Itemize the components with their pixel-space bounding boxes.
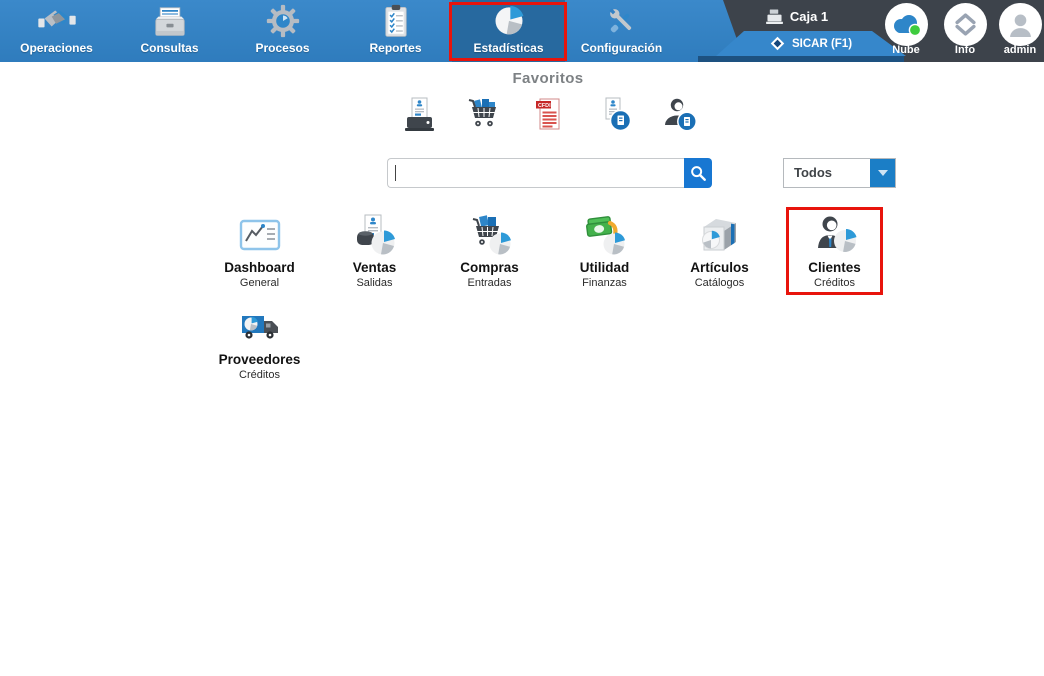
search-button[interactable] [684, 158, 712, 188]
tile-ventas[interactable]: Ventas Salidas [317, 205, 432, 297]
nube-button[interactable]: Nube [876, 3, 936, 56]
tile-sublabel: Salidas [356, 277, 392, 289]
favorites-heading: Favoritos [348, 70, 748, 87]
tile-clientes[interactable]: Clientes Créditos [777, 205, 892, 297]
tile-proveedores[interactable]: Proveedores Créditos [202, 297, 317, 389]
register-indicator[interactable]: Caja 1 [742, 6, 852, 26]
gear-icon [266, 4, 300, 38]
info-label: Info [935, 44, 995, 56]
cash-register-icon [766, 9, 783, 24]
clipboard-checklist-icon [381, 4, 411, 38]
ticket-report-icon[interactable] [597, 97, 632, 132]
tile-utilidad[interactable]: Utilidad Finanzas [547, 205, 662, 297]
tile-articulos[interactable]: Artículos Catálogos [662, 205, 777, 297]
articles-stats-icon [698, 214, 742, 256]
nav-item-estadisticas[interactable]: Estadísticas [452, 0, 565, 62]
info-diamond-icon [944, 3, 987, 46]
diamond-icon [770, 36, 785, 51]
stats-tile-grid: Dashboard General [202, 205, 892, 389]
nav-item-configuracion[interactable]: Configuración [565, 0, 678, 62]
ribbon-shadow [698, 56, 904, 62]
sales-stats-icon [353, 214, 397, 256]
tile-sublabel: Entradas [467, 277, 511, 289]
svg-text:CFDI: CFDI [538, 103, 551, 109]
nube-label: Nube [876, 44, 936, 56]
admin-label: admin [990, 44, 1044, 56]
nav-label: Estadísticas [473, 41, 543, 55]
favorites-search [387, 158, 712, 188]
text-caret [395, 165, 396, 181]
top-menu-bar: Operaciones Consultas [0, 0, 1044, 62]
tile-sublabel: General [240, 277, 279, 289]
ticket-printer-icon[interactable] [402, 97, 437, 132]
nav-item-procesos[interactable]: Procesos [226, 0, 339, 62]
tile-sublabel: Finanzas [582, 277, 627, 289]
register-label: Caja 1 [790, 9, 828, 24]
admin-user-button[interactable]: admin [990, 3, 1044, 56]
favorites-shortcuts: CFDI [402, 97, 697, 132]
customer-report-icon[interactable] [662, 97, 697, 132]
user-avatar-icon [999, 3, 1042, 46]
tile-label: Proveedores [219, 353, 301, 367]
suppliers-stats-icon [238, 308, 282, 348]
purchases-stats-icon [468, 214, 512, 256]
chevron-down-icon [878, 170, 888, 176]
tile-label: Utilidad [580, 261, 630, 275]
dashboard-icon [238, 214, 282, 256]
cfdi-document-icon[interactable]: CFDI [532, 97, 567, 132]
search-input[interactable] [387, 158, 684, 188]
nav-label: Configuración [581, 41, 662, 55]
pie-chart-icon [491, 2, 527, 38]
search-icon [689, 164, 707, 182]
nav-label: Operaciones [20, 41, 93, 55]
app-label: SICAR (F1) [792, 38, 852, 50]
tile-label: Ventas [353, 261, 397, 275]
tile-label: Artículos [690, 261, 749, 275]
nav-label: Consultas [140, 41, 198, 55]
filter-selected-value: Todos [794, 159, 832, 187]
tile-sublabel: Créditos [239, 369, 280, 381]
nav-label: Procesos [255, 41, 309, 55]
tile-sublabel: Créditos [814, 277, 855, 289]
category-filter-dropdown[interactable]: Todos [783, 158, 896, 188]
archive-drawer-icon [152, 6, 188, 38]
tile-dashboard[interactable]: Dashboard General [202, 205, 317, 297]
dropdown-button[interactable] [870, 159, 895, 187]
info-button[interactable]: Info [935, 3, 995, 56]
main-nav: Operaciones Consultas [0, 0, 678, 62]
nav-item-operaciones[interactable]: Operaciones [0, 0, 113, 62]
customers-stats-icon [813, 214, 857, 256]
purchase-cart-icon[interactable] [467, 97, 502, 132]
tile-label: Dashboard [224, 261, 295, 275]
profit-stats-icon [583, 214, 627, 256]
tile-label: Compras [460, 261, 519, 275]
app-window: Operaciones Consultas [0, 0, 1044, 676]
tools-icon [605, 4, 639, 38]
nav-item-consultas[interactable]: Consultas [113, 0, 226, 62]
tile-label: Clientes [808, 261, 861, 275]
cloud-sync-icon [885, 3, 928, 46]
handshake-icon [37, 6, 77, 38]
nav-item-reportes[interactable]: Reportes [339, 0, 452, 62]
tile-compras[interactable]: Compras Entradas [432, 205, 547, 297]
tile-sublabel: Catálogos [695, 277, 745, 289]
nav-label: Reportes [369, 41, 421, 55]
